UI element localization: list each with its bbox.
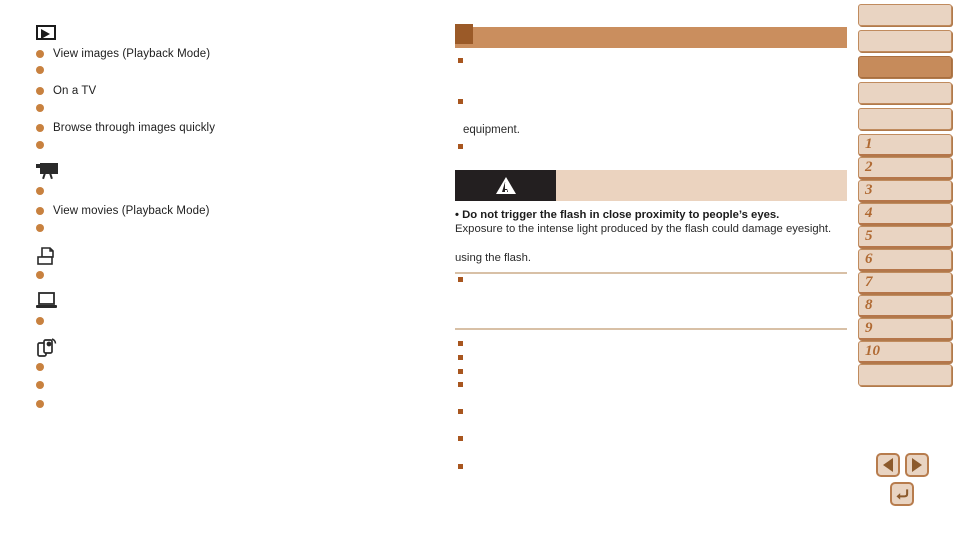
chapter-tab-2[interactable]: 2 [858,157,952,179]
toc-entry[interactable] [36,224,53,232]
toc-entry[interactable] [36,187,53,195]
chapter-tab-7[interactable]: 7 [858,272,952,294]
content-bullet-marker [458,277,463,282]
content-bullet-marker [458,99,463,104]
chapter-tab-sidebar: 1 2 3 4 5 6 7 8 9 10 [858,4,952,390]
chapter-tab-label: 8 [865,297,873,313]
chapter-tab-16[interactable] [858,364,952,386]
bullet-dot-icon [36,104,44,112]
section-chapter-chip [455,24,473,44]
chapter-tab-label: 1 [865,136,873,152]
content-bullet-marker [458,409,463,414]
chapter-tab-1[interactable]: 1 [858,134,952,156]
toc-entry[interactable]: View images (Playback Mode) [36,48,210,60]
warning-bold-text: Do not trigger the flash in close proxim… [462,209,780,221]
bullet-dot-icon [36,187,44,195]
chapter-tab-9[interactable]: 9 [858,318,952,340]
content-column: equipment. • Do not trigger the flash in… [455,0,847,534]
toc-entry[interactable] [36,66,53,74]
bullet-dot-icon [36,271,44,279]
chapter-tab-4[interactable] [858,82,952,104]
bullet-dot-icon [36,363,44,371]
bullet-dot-icon [36,124,44,132]
toc-entry[interactable] [36,363,53,371]
bullet-dot-icon [36,66,44,74]
toc-entry-label: View images (Playback Mode) [53,48,211,60]
toc-entry[interactable]: Browse through images quickly [36,122,215,134]
toc-entry[interactable] [36,317,53,325]
chapter-tab-label: 9 [865,320,873,336]
chapter-tab-1[interactable] [858,4,952,26]
chapter-tab-3[interactable] [858,56,952,78]
warning-badge [455,170,556,201]
warning-header-band [455,170,847,201]
chapter-tab-label: 7 [865,274,873,290]
chapter-tab-label: 4 [865,205,873,221]
warning-triangle-icon [495,177,516,194]
warning-body-text: Exposure to the intense light produced b… [455,223,832,235]
bullet-dot-icon [36,141,44,149]
chapter-tab-4[interactable]: 4 [858,203,952,225]
chapter-tab-5[interactable] [858,108,952,130]
chapter-tab-label: 10 [865,343,880,359]
content-bullet-marker [458,341,463,346]
bullet-dot-icon [36,224,44,232]
table-of-contents-column: View images (Playback Mode) On a TV Browse… [0,0,430,534]
back-button[interactable] [890,482,914,506]
chapter-tab-label: 2 [865,159,873,175]
playback-icon [36,25,56,40]
content-bullet-marker [458,464,463,469]
content-text-fragment: equipment. [463,124,520,136]
content-bullet-marker [458,436,463,441]
next-page-button[interactable] [905,453,929,477]
content-bullet-marker [458,355,463,360]
toc-entry[interactable]: On a TV [36,85,96,97]
printer-icon [36,247,58,267]
chapter-tab-label: 3 [865,182,873,198]
bullet-dot-icon [36,207,44,215]
chapter-tab-6[interactable]: 6 [858,249,952,271]
section-header-bar [455,24,847,48]
toc-entry[interactable] [36,141,53,149]
warning-tail-text: using the flash. [455,252,531,264]
wireless-device-icon [36,337,58,357]
content-bullet-marker [458,58,463,63]
horizontal-divider [455,272,847,274]
warning-bold-line: • Do not trigger the flash in close prox… [455,209,847,221]
chapter-tab-label: 5 [865,228,873,244]
chapter-tab-10[interactable]: 10 [858,341,952,363]
triangle-right-icon [912,458,922,472]
chapter-tab-8[interactable]: 8 [858,295,952,317]
toc-entry-label: View movies (Playback Mode) [53,205,210,217]
chapter-tab-2[interactable] [858,30,952,52]
content-bullet-marker [458,369,463,374]
movie-camera-icon [36,162,60,180]
bullet-dot-icon [36,87,44,95]
computer-icon [36,292,58,310]
chapter-tab-3[interactable]: 3 [858,180,952,202]
toc-entry[interactable] [36,400,53,408]
content-bullet-marker [458,144,463,149]
triangle-left-icon [883,458,893,472]
content-bullet-marker [458,382,463,387]
chapter-tab-5[interactable]: 5 [858,226,952,248]
manual-page: View images (Playback Mode) On a TV Browse… [0,0,954,534]
return-arrow-icon [895,488,908,500]
warning-bullet-glyph: • [455,209,459,221]
toc-entry-label: Browse through images quickly [53,122,216,134]
toc-entry[interactable] [36,104,53,112]
bullet-dot-icon [36,400,44,408]
bullet-dot-icon [36,381,44,389]
toc-entry[interactable] [36,271,53,279]
bullet-dot-icon [36,317,44,325]
toc-entry-label: On a TV [53,85,97,97]
horizontal-divider [455,328,847,330]
toc-entry[interactable]: View movies (Playback Mode) [36,205,210,217]
previous-page-button[interactable] [876,453,900,477]
toc-entry[interactable] [36,381,53,389]
chapter-tab-label: 6 [865,251,873,267]
bullet-dot-icon [36,50,44,58]
